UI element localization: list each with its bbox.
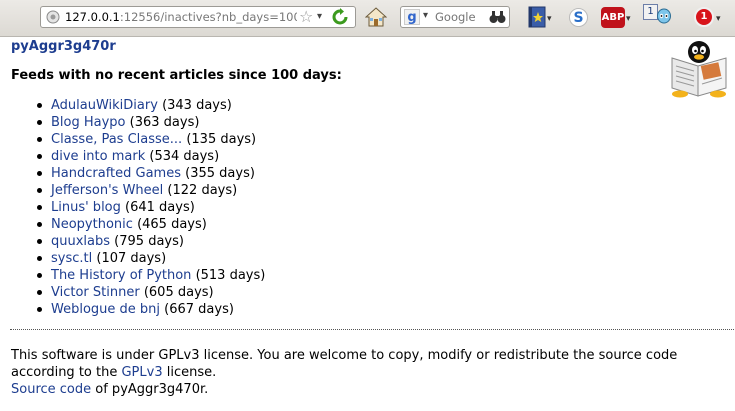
feed-days: (343 days) [162, 98, 232, 113]
feed-link[interactable]: Blog Haypo [51, 115, 126, 130]
bookmark-book-icon[interactable] [527, 6, 547, 28]
reload-icon[interactable] [331, 8, 349, 26]
browser-toolbar: 127.0.0.1:12556/inactives?nb_days=100 ☆ … [0, 0, 735, 37]
feed-link[interactable]: AdulauWikiDiary [51, 98, 158, 113]
tux-mascot-icon [671, 41, 727, 98]
list-item: Neopythonic (465 days) [0, 216, 265, 233]
feed-link[interactable]: quuxlabs [51, 234, 110, 249]
google-icon[interactable]: g [404, 9, 420, 25]
feed-link[interactable]: Linus' blog [51, 200, 121, 215]
inactive-feed-list: AdulauWikiDiary (343 days) Blog Haypo (3… [0, 97, 265, 318]
feed-link[interactable]: Victor Stinner [51, 285, 140, 300]
list-item: quuxlabs (795 days) [0, 233, 265, 250]
list-item: Linus' blog (641 days) [0, 199, 265, 216]
page-content: pyAggr3g470r Feeds with no recent articl… [0, 37, 735, 411]
binoculars-icon[interactable] [489, 10, 506, 24]
source-code-suffix: of pyAggr3g470r. [91, 382, 209, 397]
list-item: AdulauWikiDiary (343 days) [0, 97, 265, 114]
bookmark-star-icon[interactable]: ☆ [299, 8, 313, 26]
list-item: Handcrafted Games (355 days) [0, 165, 265, 182]
list-item: Blog Haypo (363 days) [0, 114, 265, 131]
feed-days: (107 days) [96, 251, 167, 266]
adblock-plus-icon[interactable]: ABP [601, 7, 625, 28]
feed-days: (534 days) [149, 149, 220, 164]
list-item: Victor Stinner (605 days) [0, 284, 265, 301]
url-text[interactable]: 127.0.0.1:12556/inactives?nb_days=100 [65, 10, 297, 24]
search-engine-dropdown-icon[interactable]: ▾ [423, 10, 428, 21]
list-item: dive into mark (534 days) [0, 148, 265, 165]
home-icon[interactable] [365, 7, 387, 27]
list-item: Classe, Pas Classe... (135 days) [0, 131, 265, 148]
feed-link[interactable]: dive into mark [51, 149, 145, 164]
alien-icon[interactable] [656, 8, 672, 26]
feed-days: (667 days) [164, 302, 234, 317]
red-circle-icon[interactable]: 1 [694, 7, 714, 27]
url-dropdown-icon[interactable]: ▾ [317, 9, 322, 25]
feed-days: (135 days) [186, 132, 257, 147]
feed-days: (795 days) [114, 234, 184, 249]
feed-days: (605 days) [143, 285, 214, 300]
feed-link[interactable]: Classe, Pas Classe... [51, 132, 182, 147]
list-item: sysc.tl (107 days) [0, 250, 265, 267]
site-identity-icon[interactable] [46, 10, 60, 24]
site-title-link[interactable]: pyAggr3g470r [11, 39, 116, 54]
red-circle-dropdown-icon[interactable]: ▾ [716, 14, 721, 24]
list-item: The History of Python (513 days) [0, 267, 265, 284]
feed-days: (122 days) [167, 183, 238, 198]
feed-link[interactable]: Neopythonic [51, 217, 133, 232]
feed-link[interactable]: sysc.tl [51, 251, 92, 266]
feed-days: (355 days) [185, 166, 255, 181]
search-input[interactable] [435, 9, 485, 25]
list-item: Weblogue de bnj (667 days) [0, 301, 265, 318]
search-bar[interactable]: g ▾ [400, 6, 510, 28]
stumbleupon-icon[interactable]: S [569, 8, 588, 27]
feed-days: (641 days) [125, 200, 195, 215]
bookmark-dropdown-icon[interactable]: ▾ [547, 14, 552, 24]
source-code-link[interactable]: Source code [11, 382, 91, 397]
feed-days: (513 days) [195, 268, 266, 283]
footer-divider [10, 329, 734, 330]
license-text-suffix: license. [162, 365, 217, 380]
list-item: Jefferson's Wheel (122 days) [0, 182, 265, 199]
feed-link[interactable]: Jefferson's Wheel [51, 183, 163, 198]
page-heading: Feeds with no recent articles since 100 … [11, 68, 342, 83]
license-footer: This software is under GPLv3 license. Yo… [11, 347, 733, 398]
feed-days: (363 days) [129, 115, 200, 130]
adblock-dropdown-icon[interactable]: ▾ [626, 14, 631, 24]
feed-link[interactable]: The History of Python [51, 268, 191, 283]
feed-link[interactable]: Handcrafted Games [51, 166, 181, 181]
gplv3-link[interactable]: GPLv3 [121, 365, 162, 380]
license-text: This software is under GPLv3 license. Yo… [11, 348, 678, 363]
feed-link[interactable]: Weblogue de bnj [51, 302, 160, 317]
url-bar[interactable]: 127.0.0.1:12556/inactives?nb_days=100 ☆ … [40, 6, 356, 28]
license-text-prefix: according to the [11, 365, 122, 380]
feed-days: (465 days) [137, 217, 207, 232]
